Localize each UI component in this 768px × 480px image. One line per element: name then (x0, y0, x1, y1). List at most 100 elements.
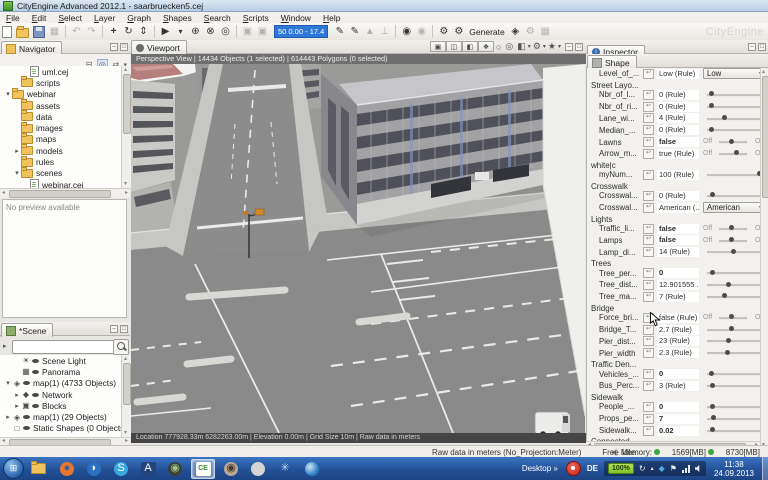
param-value[interactable]: false (657, 223, 699, 234)
taskbar-explorer-icon[interactable] (29, 460, 51, 478)
menu-window[interactable]: Window (275, 13, 317, 23)
toggle-knob[interactable] (728, 225, 734, 231)
scene-item-panorama[interactable]: ▦ Panorama (0, 366, 121, 377)
tab-shape[interactable]: Shape (587, 55, 637, 69)
param-control[interactable]: OffOn (699, 223, 761, 235)
inspector-vscrollbar[interactable]: ▴▾ (760, 68, 768, 449)
reset-icon[interactable]: ↩ (643, 312, 654, 323)
city-scene[interactable] (131, 64, 585, 433)
param-value[interactable]: 0.02 (657, 425, 699, 436)
polygon-tool-icon[interactable]: ▲ (362, 25, 377, 39)
nav-item-rules[interactable]: rules (0, 155, 121, 167)
param-value[interactable]: 2.7 (Rule) (657, 324, 699, 335)
param-control[interactable] (699, 169, 761, 181)
nav-item-scripts[interactable]: scripts (0, 76, 121, 88)
param-control[interactable] (699, 89, 761, 101)
param-control[interactable] (699, 246, 761, 258)
param-value[interactable]: 2.3 (Rule) (657, 348, 699, 359)
slider-knob[interactable] (725, 337, 731, 343)
slider-knob[interactable] (728, 326, 734, 332)
menu-layer[interactable]: Layer (88, 13, 121, 23)
inspector-minimize-icon[interactable]: – (748, 43, 756, 51)
taskbar-ball-icon[interactable] (247, 460, 269, 478)
visibility-eye-icon[interactable] (32, 369, 39, 374)
param-control[interactable]: OffOn (699, 312, 761, 324)
nav-item-uml-cej[interactable]: uml.cej (0, 66, 121, 78)
new-file-icon[interactable] (2, 25, 12, 38)
street-draw-icon[interactable]: ✎ (332, 25, 347, 39)
reset-icon[interactable]: ↩ (643, 291, 654, 302)
network-icon[interactable] (681, 464, 690, 473)
tab-viewport[interactable]: Viewport (131, 40, 187, 54)
reset-icon[interactable]: ↩ (643, 202, 654, 213)
taskbar-gimp-icon[interactable]: ◉ (220, 460, 242, 478)
slider-knob[interactable] (709, 269, 715, 275)
open-icon[interactable] (16, 25, 29, 38)
tab-scene[interactable]: *Scene (1, 323, 54, 337)
remove-selection-icon[interactable]: ⊗ (203, 25, 218, 39)
reset-icon[interactable]: ↩ (643, 369, 654, 380)
scene-item-map-1-4733-objects[interactable]: ▾ ◈ map(1) (4733 Objects) (0, 378, 121, 389)
param-control[interactable] (699, 190, 761, 202)
param-value[interactable]: 23 (Rule) (657, 336, 699, 347)
show-desktop-button[interactable] (762, 457, 768, 480)
nav-item-scenes[interactable]: ▾ scenes (0, 166, 121, 179)
show-hidden-icons[interactable]: ▴ (651, 466, 654, 472)
scene-vscrollbar[interactable]: ▴ ▾ (121, 355, 131, 437)
nav-item-webinar-cej[interactable]: webinar.cej (0, 179, 121, 188)
reset-icon[interactable]: ↩ (643, 348, 654, 359)
menu-edit[interactable]: Edit (26, 13, 53, 23)
language-indicator[interactable]: DE (587, 464, 598, 473)
reset-icon[interactable]: ↩ (643, 137, 654, 148)
param-value[interactable]: 100 (Rule) (657, 169, 699, 180)
rotate-tool-icon[interactable]: ↻ (121, 25, 136, 39)
reset-icon[interactable]: ↩ (643, 223, 654, 234)
reset-icon[interactable]: ↩ (643, 148, 654, 159)
reset-icon[interactable]: ↩ (643, 89, 654, 100)
param-value[interactable]: 0 (Rule) (657, 101, 699, 112)
taskbar-skype-icon[interactable]: S (110, 460, 132, 478)
scene-minimize-icon[interactable]: – (110, 325, 118, 333)
expand-icon[interactable]: ▾ (4, 379, 12, 387)
start-button[interactable]: ⊞ (3, 458, 24, 479)
expand-icon[interactable]: ▾ (13, 169, 21, 177)
volume-icon[interactable] (694, 465, 700, 472)
visibility-off-icon[interactable]: ◉ (414, 25, 429, 39)
action-center-icon[interactable]: ⚑ (670, 464, 677, 473)
cga-gear-icon[interactable]: ⚙ (436, 25, 451, 39)
reset-icon[interactable]: ↩ (643, 125, 654, 136)
navigator-maximize-icon[interactable]: □ (120, 43, 128, 51)
menu-scripts[interactable]: Scripts (237, 13, 275, 23)
scene-item-network[interactable]: ▸ ◆ Network (0, 389, 121, 400)
reset-icon[interactable]: ↩ (643, 190, 654, 201)
scene-item-scene-light[interactable]: ☀ Scene Light (0, 355, 121, 366)
taskbar-cityengine-icon[interactable]: CE (191, 458, 215, 479)
slider-knob[interactable] (709, 382, 715, 388)
param-dropdown[interactable]: American▾ (703, 201, 761, 213)
scene-item-map-1-29-objects[interactable]: ▸ ◈ map(1) (29 Objects) (0, 411, 121, 422)
visibility-eye-icon[interactable] (23, 426, 30, 431)
reset-icon[interactable]: ↩ (643, 380, 654, 391)
camera-icon[interactable]: ◎ (505, 41, 513, 52)
reset-icon[interactable]: ↩ (643, 101, 654, 112)
param-value[interactable]: 0 (657, 268, 699, 279)
slider-knob[interactable] (708, 126, 714, 132)
taskbar-flower-icon[interactable]: ✳ (274, 460, 296, 478)
taskbar-firefox-icon[interactable]: ● (56, 460, 78, 478)
scene-maximize-icon[interactable]: □ (120, 325, 128, 333)
view-settings-icon[interactable]: ◧ (517, 41, 526, 52)
expand-icon[interactable]: ▸ (13, 402, 21, 410)
visibility-icon[interactable]: ◉ (399, 25, 414, 39)
delete-model-icon[interactable]: ▦ (538, 25, 553, 39)
param-value[interactable]: 3 (Rule) (657, 380, 699, 391)
param-control[interactable]: OffOn (699, 235, 761, 247)
expand-icon[interactable]: ▸ (4, 413, 12, 421)
scene-search-button[interactable] (113, 339, 129, 355)
param-value[interactable]: 0 (Rule) (657, 190, 699, 201)
param-control[interactable] (699, 324, 761, 336)
param-control[interactable] (699, 291, 761, 303)
taskbar-googleearth-icon[interactable] (301, 460, 323, 478)
viewport-maximize-icon[interactable]: □ (575, 42, 583, 51)
taskbar-thunderbird-icon[interactable]: ◗ (83, 460, 105, 478)
tab-navigator[interactable]: Navigator (1, 41, 63, 55)
